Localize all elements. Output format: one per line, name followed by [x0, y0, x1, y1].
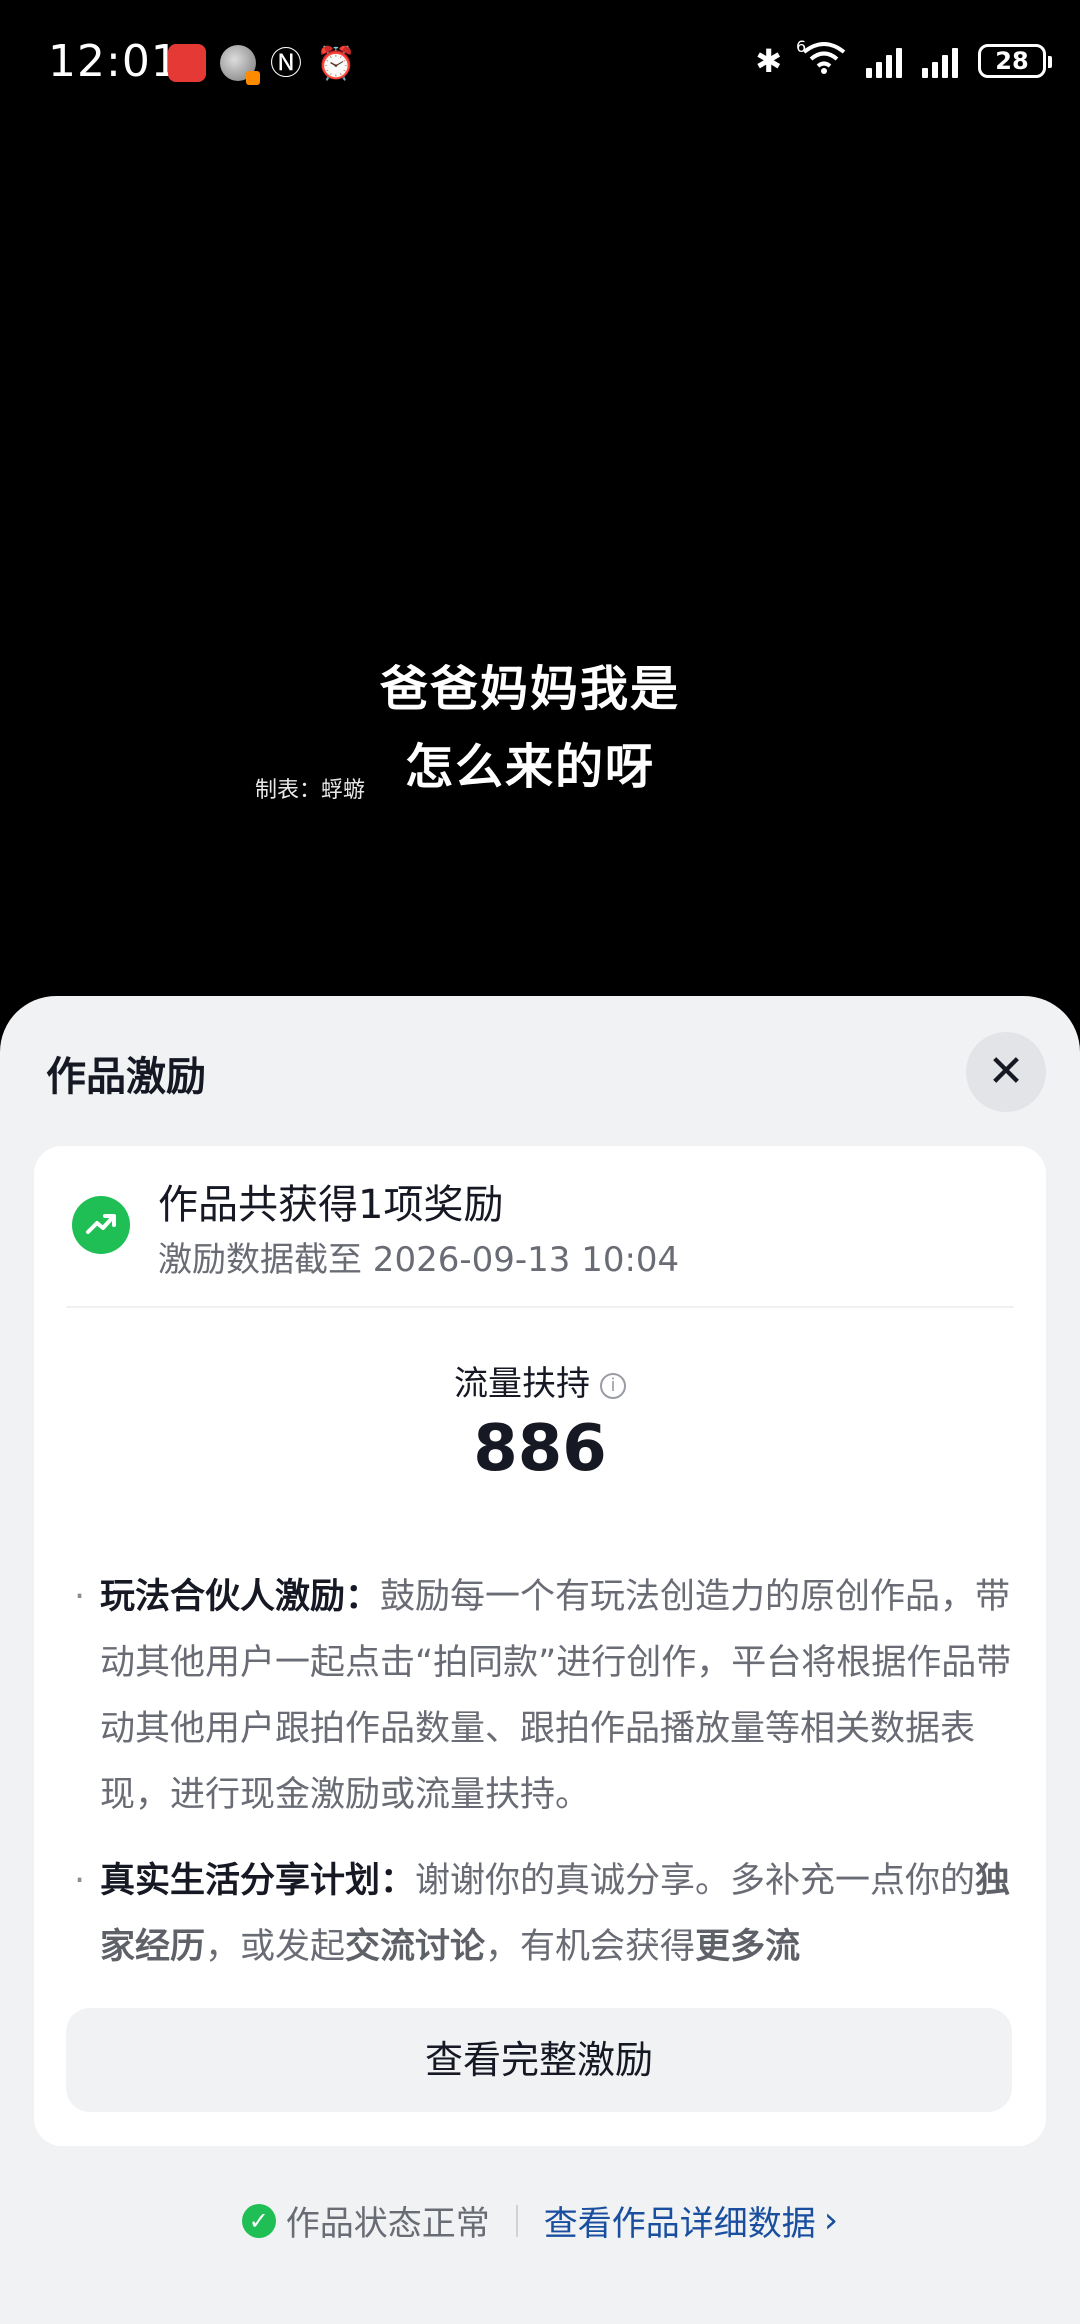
description-highlight: 交流讨论: [345, 1927, 486, 1967]
video-caption-line1: 爸爸妈妈我是: [379, 661, 680, 717]
view-full-incentive-button[interactable]: 查看完整激励: [66, 2008, 1012, 2112]
work-status-text: 作品状态正常: [285, 2204, 490, 2244]
huawei-app-icon: [168, 44, 206, 82]
summary-title: 作品共获得1项奖励: [158, 1182, 504, 1228]
content-fade: [34, 1976, 1046, 2008]
sheet-title: 作品激励: [46, 1054, 206, 1100]
signal-2-icon: [922, 44, 958, 78]
description-item: · 真实生活分享计划：谢谢你的真诚分享。多补充一点你的独家经历，或发起交流讨论，…: [68, 1848, 1028, 1980]
notification-icons: Ⓝ ⏰: [168, 44, 356, 85]
video-caption: 爸爸妈妈我是 怎么来的呀: [320, 650, 740, 806]
metric-value: 886: [473, 1412, 607, 1486]
trending-up-icon: [72, 1196, 130, 1254]
description-highlight: 更多流: [695, 1927, 801, 1967]
description-text: 谢谢你的真诚分享。多补充一点你的: [415, 1861, 976, 1901]
wifi-label: 6: [796, 37, 807, 56]
info-icon[interactable]: i: [600, 1372, 626, 1399]
divider: [66, 1306, 1014, 1308]
signal-1-icon: [866, 44, 902, 78]
description-text: ，或发起: [205, 1927, 346, 1967]
video-caption-line2: 怎么来的呀: [404, 739, 655, 795]
metric-label: 流量扶持 i: [34, 1356, 1046, 1405]
bullet: ·: [74, 1577, 86, 1617]
nfc-icon: Ⓝ: [270, 44, 303, 82]
description-text: ，有机会获得: [485, 1927, 696, 1967]
alarm-icon: ⏰: [316, 44, 356, 82]
video-credit: 制表：蜉蝣: [255, 778, 366, 803]
status-bar: 12:01 Ⓝ ⏰ ✱ 6 28: [0, 0, 1080, 130]
footer-bar: ✓ 作品状态正常 查看作品详细数据 ›: [0, 2196, 1080, 2245]
wifi-icon: 6: [796, 37, 846, 82]
check-circle-icon: ✓: [241, 2203, 276, 2238]
description-title: 玩法合伙人激励：: [100, 1577, 381, 1617]
summary-header: 作品共获得1项奖励 激励数据截至 2026-09-13 10:04: [34, 1146, 1046, 1306]
incentive-descriptions: · 玩法合伙人激励：鼓励每一个有玩法创造力的原创作品，带动其他用户一起点击“拍同…: [68, 1564, 1028, 2000]
incentive-card: 作品共获得1项奖励 激励数据截至 2026-09-13 10:04 流量扶持 i …: [34, 1146, 1046, 2146]
view-detail-data-link[interactable]: 查看作品详细数据: [544, 2196, 816, 2245]
chevron-right-icon[interactable]: ›: [824, 2200, 838, 2241]
summary-subtitle: 激励数据截至 2026-09-13 10:04: [158, 1240, 680, 1280]
close-icon: ✕: [987, 1046, 1025, 1097]
bullet: ·: [74, 1861, 86, 1901]
separator: [515, 2204, 518, 2237]
close-button[interactable]: ✕: [966, 1032, 1046, 1112]
system-icons: ✱ 6 28: [755, 37, 1052, 82]
profile-notification-icon: [220, 45, 260, 85]
bluetooth-icon: ✱: [755, 42, 782, 80]
battery-icon: 28: [978, 44, 1052, 78]
description-item: · 玩法合伙人激励：鼓励每一个有玩法创造力的原创作品，带动其他用户一起点击“拍同…: [68, 1564, 1028, 1828]
metric-label-text: 流量扶持: [454, 1364, 590, 1404]
incentive-sheet: 作品激励 ✕ 作品共获得1项奖励 激励数据截至 2026-09-13 10:04…: [0, 996, 1080, 2324]
status-time: 12:01: [48, 36, 180, 87]
description-title: 真实生活分享计划：: [100, 1861, 416, 1901]
